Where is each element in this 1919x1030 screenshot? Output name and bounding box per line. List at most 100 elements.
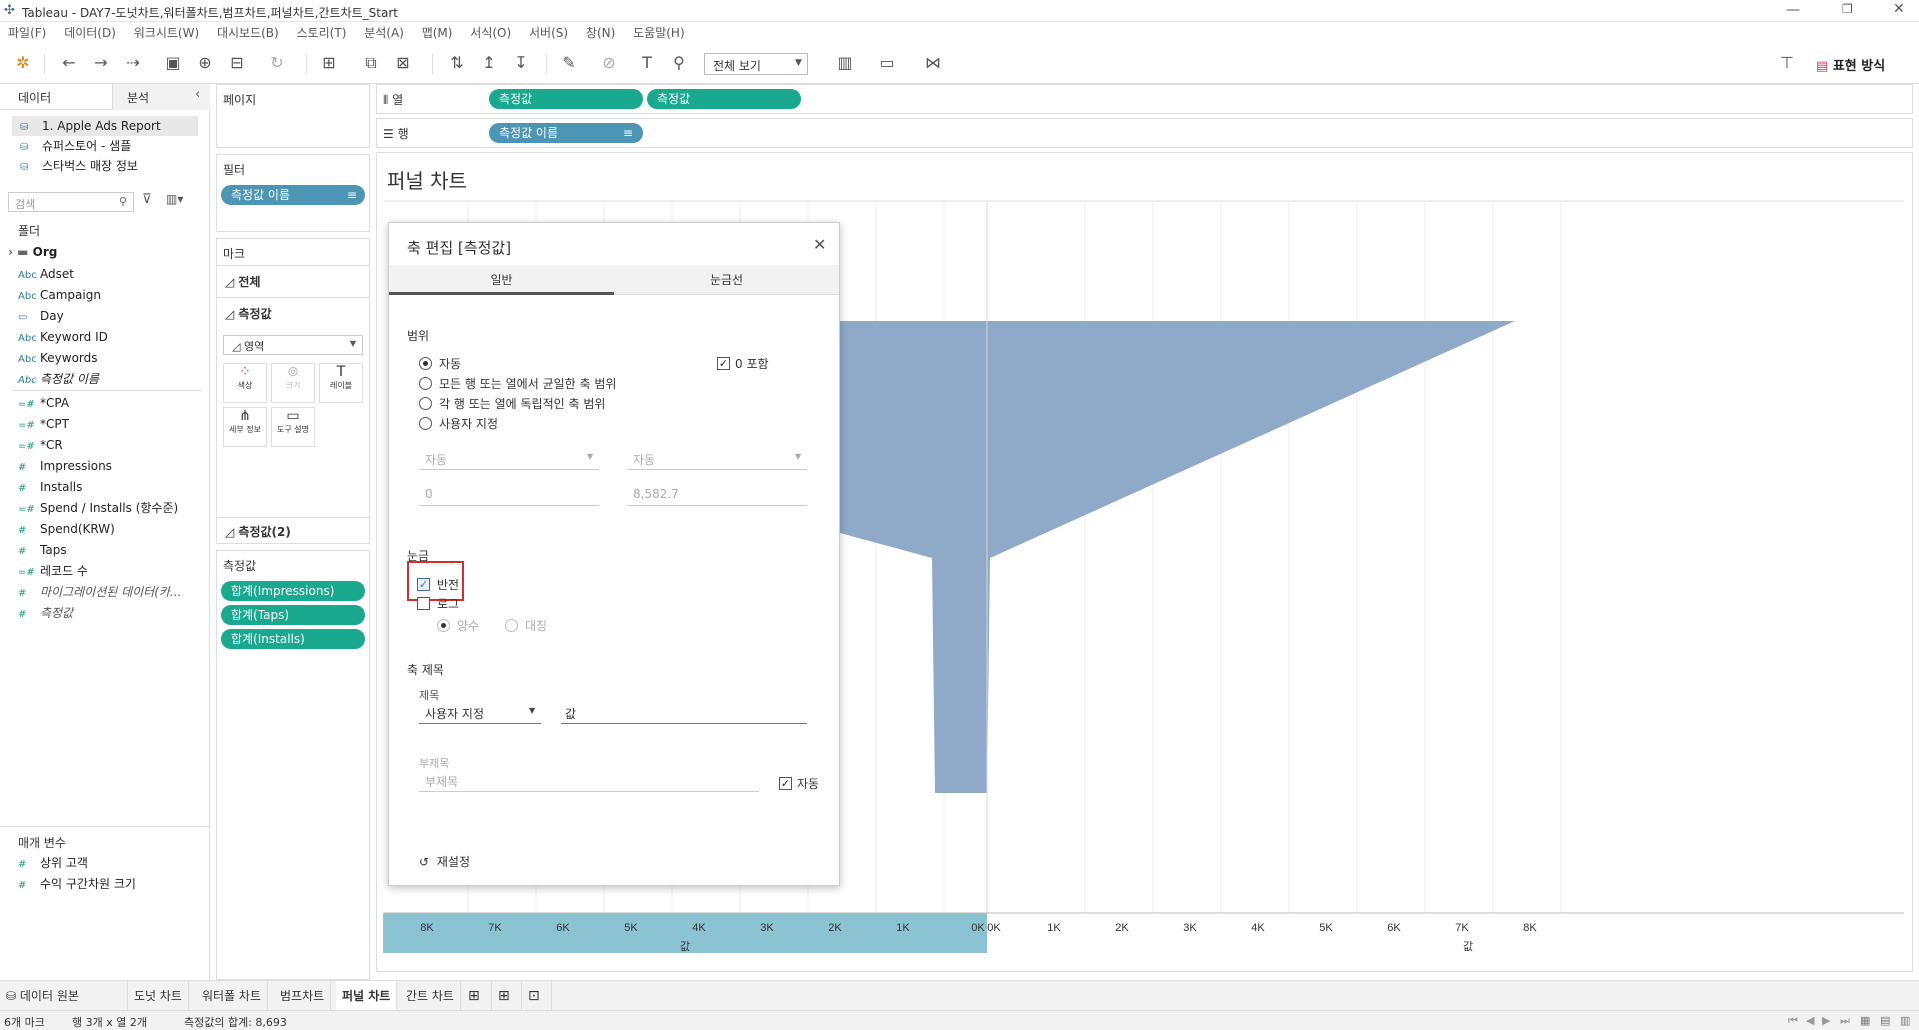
columns-shelf[interactable]: ⦀ 열 측정값 측정값 (376, 84, 1913, 114)
nav-prev-icon[interactable]: ◀ (1806, 1014, 1814, 1027)
redo-icon[interactable]: → (90, 52, 112, 74)
save-icon[interactable]: ▣ (162, 52, 184, 74)
restore-icon[interactable]: ❐ (1842, 2, 1853, 16)
rows-shelf[interactable]: ☰ 행 측정값 이름 ≡ (376, 118, 1913, 148)
view-options-icon[interactable]: ▥▾ (166, 192, 183, 206)
undo-icon[interactable]: ← (58, 52, 80, 74)
range-end-input[interactable]: 8,582.7 (627, 485, 807, 505)
size-button[interactable]: ⊚ 크기 (271, 363, 315, 403)
menu-format[interactable]: 서식(O) (470, 22, 511, 44)
show-cards-icon[interactable]: ▥ (834, 52, 856, 74)
field-dimension[interactable]: Abc 측정값 이름 (18, 369, 99, 389)
tab-donut[interactable]: 도넛 차트 (128, 981, 189, 1011)
label-icon[interactable]: T (636, 52, 658, 74)
show-me-button[interactable]: ▤ 표현 방식 (1816, 55, 1885, 74)
close-window-icon[interactable]: ✕ (1893, 1, 1905, 17)
mv-pill[interactable]: 합계(Installs) (221, 629, 365, 649)
collapse-icon[interactable]: ‹ (195, 87, 200, 102)
tab-analysis[interactable]: 분석 ‹ (112, 84, 210, 110)
menu-help[interactable]: 도움말(H) (633, 22, 685, 44)
field-dimension[interactable]: Abc Campaign (18, 285, 101, 305)
range-independent-radio[interactable] (419, 397, 432, 410)
filter-pill[interactable]: 측정값 이름 ≡ (221, 185, 365, 205)
sheet-sorter-icon[interactable]: ▦ (1860, 1014, 1870, 1027)
reset-button[interactable]: ↺ 재설정 (419, 853, 470, 870)
tab-datasource[interactable]: ⛁ 데이터 원본 (0, 981, 128, 1011)
group-icon[interactable]: ⊘ (598, 52, 620, 74)
tab-tick-marks[interactable]: 눈금선 (614, 265, 839, 295)
field-dimension[interactable]: Abc Keywords (18, 348, 98, 368)
filter-icon[interactable]: ⊽ (142, 192, 152, 207)
range-start-input[interactable]: 0 (419, 485, 599, 505)
minimize-icon[interactable]: — (1786, 2, 1800, 18)
tooltip-button[interactable]: ▭ 도구 설명 (271, 407, 315, 447)
menu-worksheet[interactable]: 워크시트(W) (134, 22, 199, 44)
mark-type-dropdown[interactable]: ◿ 영역 ▼ (223, 335, 363, 355)
presentation-icon[interactable]: ▭ (876, 52, 898, 74)
mv-pill[interactable]: 합계(Taps) (221, 605, 365, 625)
field-dimension[interactable]: ▭ Day (18, 306, 64, 326)
field-measure[interactable]: =# 레코드 수 (18, 561, 88, 581)
field-measure[interactable]: # Taps (18, 540, 67, 560)
parameter-item[interactable]: # 수익 구간차원 크기 (18, 874, 136, 894)
measure-values-shelf[interactable]: 측정값 합계(Impressions) 합계(Taps) 합계(Installs… (216, 550, 370, 980)
pages-shelf[interactable]: 페이지 (216, 84, 370, 148)
new-dashboard-icon[interactable]: ⊞ (492, 981, 522, 1011)
symmetric-radio[interactable] (505, 619, 518, 632)
subtitle-auto-checkbox[interactable]: ✓ (779, 777, 792, 790)
swap-icon[interactable]: ⇅ (446, 52, 468, 74)
refresh-icon[interactable]: ↻ (266, 52, 288, 74)
filmstrip-icon[interactable]: ▤ (1880, 1014, 1890, 1027)
duplicate-icon[interactable]: ⧉ (360, 52, 382, 74)
menu-story[interactable]: 스토리(T) (297, 22, 347, 44)
tab-data[interactable]: 데이터 (18, 89, 51, 106)
datasource-icon[interactable]: ⊟ (226, 52, 248, 74)
title-mode-dropdown[interactable]: 사용자 지정 ▼ (419, 703, 541, 723)
menu-file[interactable]: 파일(F) (8, 22, 46, 44)
pin-toolbar-icon[interactable]: ⊤ (1776, 52, 1798, 74)
field-measure[interactable]: =# Spend / Installs (항수준) (18, 498, 178, 518)
parameter-item[interactable]: # 상위 고객 (18, 853, 88, 873)
clear-sheet-icon[interactable]: ⊠ (392, 52, 414, 74)
column-pill[interactable]: 측정값 (489, 89, 643, 109)
title-input[interactable]: 값 (561, 703, 807, 723)
tab-funnel[interactable]: 퍼널 차트 (336, 981, 398, 1011)
field-search-input[interactable]: 검색 ⚲ (8, 192, 134, 212)
log-checkbox[interactable] (417, 597, 430, 610)
range-start-dropdown[interactable]: 자동 ▼ (419, 449, 599, 469)
tableau-home-icon[interactable]: ✲ (12, 52, 34, 74)
range-uniform-radio[interactable] (419, 377, 432, 390)
datasource-item[interactable]: ⛁ 슈퍼스토어 - 샘플 (20, 136, 131, 156)
nav-next-icon[interactable]: ▶ (1822, 1014, 1830, 1027)
replay-icon[interactable]: ⇢ (122, 52, 144, 74)
share-icon[interactable]: ⋈ (922, 52, 944, 74)
tab-bump[interactable]: 범프차트 (274, 981, 332, 1011)
label-button[interactable]: T 레이블 (319, 363, 363, 403)
folder-org[interactable]: › ▬ Org (8, 242, 57, 262)
datasource-item[interactable]: ⛁ 1. Apple Ads Report (20, 116, 161, 136)
field-measure[interactable]: =# *CPA (18, 393, 69, 413)
field-dimension[interactable]: Abc Adset (18, 264, 74, 284)
menu-map[interactable]: 맵(M) (422, 22, 453, 44)
positive-radio[interactable] (437, 619, 450, 632)
menu-window[interactable]: 창(N) (586, 22, 615, 44)
new-story-icon[interactable]: ⊡ (522, 981, 552, 1011)
tab-general[interactable]: 일반 (389, 265, 614, 295)
tabs-icon[interactable]: ▥ (1900, 1014, 1910, 1027)
field-measure[interactable]: # Impressions (18, 456, 112, 476)
fit-dropdown[interactable]: 전체 보기 ▼ (704, 53, 808, 75)
range-custom-radio[interactable] (419, 417, 432, 430)
field-measure[interactable]: # Installs (18, 477, 82, 497)
sort-desc-icon[interactable]: ↧ (510, 52, 532, 74)
menu-dashboard[interactable]: 대시보드(B) (217, 22, 279, 44)
nav-first-icon[interactable]: ⏮ (1788, 1014, 1798, 1028)
new-worksheet-icon[interactable]: ⊞ (318, 52, 340, 74)
marks-all[interactable]: ◿ 전체 (225, 273, 261, 290)
tab-waterfall[interactable]: 워터폴 차트 (196, 981, 269, 1011)
new-datasource-icon[interactable]: ⊕ (194, 52, 216, 74)
pin-icon[interactable]: ⚲ (668, 52, 690, 74)
tab-gantt[interactable]: 간트 차트 (400, 981, 461, 1011)
range-auto-radio[interactable] (419, 357, 432, 370)
field-dimension[interactable]: Abc Keyword ID (18, 327, 108, 347)
subtitle-input[interactable]: 부제목 (419, 771, 759, 791)
